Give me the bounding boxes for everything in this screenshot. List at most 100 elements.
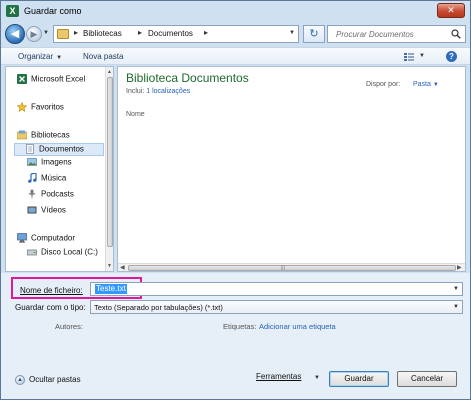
- sidebar-item-pictures[interactable]: Imagens: [27, 157, 72, 170]
- command-toolbar: Organizar ▼ Nova pasta ▼ ?: [1, 47, 470, 65]
- libraries-icon: [17, 130, 27, 140]
- excel-icon: X: [6, 5, 19, 17]
- sidebar-item-label: Computador: [31, 233, 76, 243]
- sidebar-item-documents[interactable]: Documentos: [14, 143, 104, 156]
- search-icon[interactable]: [451, 29, 461, 39]
- save-button[interactable]: Guardar: [329, 371, 389, 387]
- sidebar-item-label: Podcasts: [41, 189, 74, 199]
- horizontal-scrollbar[interactable]: ◀ ||| ▶: [118, 263, 465, 271]
- sidebar-item-podcasts[interactable]: Podcasts: [27, 189, 74, 202]
- includes-locations-link[interactable]: 1 localizações: [146, 88, 190, 95]
- hide-folders-label: Ocultar pastas: [29, 375, 81, 385]
- sidebar-item-music[interactable]: Música: [27, 173, 66, 186]
- videos-icon: [27, 206, 37, 214]
- sidebar-item-local-disk[interactable]: Disco Local (C:): [27, 247, 98, 260]
- history-dropdown-icon[interactable]: ▼: [43, 30, 51, 38]
- filename-label: Nome de ficheiro:: [20, 286, 83, 295]
- cancel-button[interactable]: Cancelar: [397, 371, 457, 387]
- includes-label: Inclui:: [126, 88, 145, 95]
- sidebar-item-label: Microsoft Excel: [31, 74, 86, 84]
- documents-icon: [26, 144, 34, 154]
- chevron-right-icon[interactable]: ▸: [74, 28, 78, 37]
- save-type-value: Texto (Separado por tabulações) (*.txt): [94, 303, 223, 312]
- title-bar: X Guardar como ✕: [1, 1, 470, 22]
- sidebar-item-favorites[interactable]: Favoritos: [17, 102, 64, 115]
- tools-label: Ferramentas: [256, 372, 302, 381]
- sidebar-item-microsoft-excel[interactable]: Microsoft Excel: [17, 74, 85, 87]
- breadcrumb-libraries[interactable]: Bibliotecas: [83, 29, 122, 38]
- sidebar-item-label: Disco Local (C:): [41, 247, 98, 257]
- sidebar-item-label: Música: [41, 173, 67, 183]
- search-input[interactable]: Procurar Documentos: [327, 25, 466, 43]
- scroll-down-icon[interactable]: ▼: [107, 263, 112, 269]
- chevron-down-icon[interactable]: ▼: [314, 375, 320, 381]
- music-icon: [28, 173, 37, 183]
- authors-label: Autores:: [55, 322, 83, 331]
- save-type-select[interactable]: Texto (Separado por tabulações) (*.txt) …: [90, 300, 463, 314]
- library-title: Biblioteca Documentos: [126, 71, 249, 85]
- scroll-left-icon[interactable]: ◀: [120, 264, 125, 271]
- filename-input[interactable]: Teste.txt ▼: [90, 282, 463, 296]
- sidebar-item-label: Favoritos: [31, 102, 64, 112]
- chevron-down-icon: ▼: [432, 82, 439, 88]
- search-placeholder: Procurar Documentos: [336, 30, 414, 39]
- arrange-by-value: Pasta: [413, 81, 431, 88]
- chevron-down-icon[interactable]: ▼: [453, 304, 459, 310]
- file-list-pane: Biblioteca Documentos Inclui: 1 localiza…: [117, 66, 466, 272]
- close-button[interactable]: ✕: [437, 3, 465, 18]
- chevron-up-icon: ▲: [15, 375, 25, 385]
- scrollbar-thumb[interactable]: [128, 265, 456, 271]
- folder-icon: [57, 29, 69, 39]
- chevron-right-icon[interactable]: ▸: [204, 28, 208, 37]
- window-title: Guardar como: [24, 6, 82, 16]
- chevron-down-icon: ▼: [56, 55, 63, 61]
- organize-label: Organizar: [18, 52, 54, 61]
- excel-icon: [17, 74, 27, 84]
- tools-menu-button[interactable]: Ferramentas: [256, 372, 316, 386]
- back-button[interactable]: ◀: [5, 24, 25, 44]
- sidebar-scrollbar[interactable]: ▲ ▼: [105, 67, 113, 271]
- hide-folders-button[interactable]: ▲ Ocultar pastas: [15, 375, 81, 385]
- address-bar[interactable]: ▸ Bibliotecas ▸ Documentos ▸ ▼: [53, 25, 299, 43]
- views-dropdown-icon[interactable]: ▼: [419, 53, 425, 59]
- sidebar-item-computer[interactable]: Computador: [17, 233, 75, 246]
- computer-icon: [17, 233, 27, 243]
- arrange-by-dropdown[interactable]: Pasta ▼: [413, 81, 439, 88]
- filename-value: Teste.txt: [95, 284, 127, 294]
- sidebar-item-videos[interactable]: Vídeos: [27, 205, 66, 218]
- arrange-by-label: Dispor por:: [366, 81, 401, 88]
- scroll-right-icon[interactable]: ▶: [457, 264, 462, 271]
- help-icon[interactable]: ?: [446, 51, 457, 62]
- add-tag-link[interactable]: Adicionar uma etiqueta: [259, 322, 336, 331]
- sidebar-item-label: Documentos: [39, 144, 84, 154]
- address-dropdown-icon[interactable]: ▼: [289, 30, 295, 36]
- filename-label-text: Nome de ficheiro:: [20, 286, 83, 295]
- podcast-icon: [28, 189, 36, 199]
- drive-icon: [27, 249, 37, 256]
- pictures-icon: [27, 158, 37, 166]
- save-as-dialog: X Guardar como ✕ ◀ ▶ ▼ ▸ Bibliotecas ▸ D…: [0, 0, 471, 400]
- navigation-bar: ◀ ▶ ▼ ▸ Bibliotecas ▸ Documentos ▸ ▼ ↻ P…: [5, 23, 466, 45]
- views-icon[interactable]: [404, 53, 414, 61]
- new-folder-button[interactable]: Nova pasta: [83, 52, 123, 61]
- grip-icon: |||: [281, 265, 285, 271]
- chevron-right-icon[interactable]: ▸: [138, 28, 142, 37]
- save-type-label: Guardar com o tipo:: [15, 303, 86, 312]
- save-options-panel: Nome de ficheiro: Teste.txt ▼ Guardar co…: [1, 273, 470, 399]
- sidebar-item-label: Bibliotecas: [31, 130, 70, 140]
- navigation-pane: Microsoft Excel Favoritos Bibliotecas Do…: [5, 66, 114, 272]
- library-includes: Inclui: 1 localizações: [126, 88, 190, 95]
- forward-button[interactable]: ▶: [26, 26, 42, 42]
- column-header-name[interactable]: Nome: [126, 111, 145, 118]
- organize-menu[interactable]: Organizar ▼: [18, 52, 62, 61]
- star-icon: [17, 102, 27, 112]
- tags-label: Etiquetas:: [223, 322, 257, 331]
- filename-dropdown-icon[interactable]: ▼: [453, 286, 459, 292]
- scroll-up-icon[interactable]: ▲: [107, 69, 112, 75]
- sidebar-item-label: Imagens: [41, 157, 72, 167]
- scrollbar-thumb[interactable]: [107, 77, 113, 247]
- breadcrumb-documents[interactable]: Documentos: [148, 29, 193, 38]
- sidebar-item-libraries[interactable]: Bibliotecas: [17, 130, 70, 143]
- refresh-button[interactable]: ↻: [303, 25, 325, 43]
- sidebar-item-label: Vídeos: [41, 205, 66, 215]
